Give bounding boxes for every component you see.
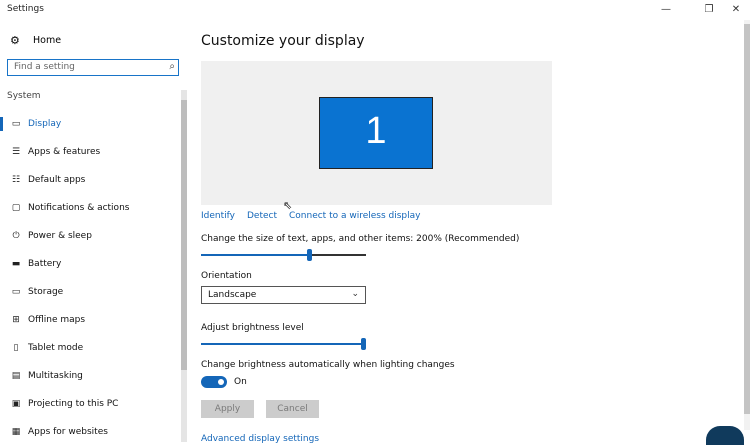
sidebar: ⚙ Home Find a setting ⌕ System ▭ Display… [0, 20, 189, 445]
orientation-dropdown[interactable]: Landscape ⌄ [201, 286, 366, 304]
chevron-down-icon: ⌄ [351, 289, 359, 299]
sidebar-item-label: Notifications & actions [28, 203, 130, 213]
display-preview: 1 [201, 61, 552, 205]
monitor-1[interactable]: 1 [319, 97, 433, 169]
apply-button[interactable]: Apply [201, 400, 254, 418]
slider-thumb[interactable] [361, 338, 366, 350]
main-scroll-thumb[interactable] [744, 24, 750, 414]
window-title: Settings [7, 4, 44, 14]
brightness-label: Adjust brightness level [201, 323, 304, 333]
power-icon: ⏻ [12, 231, 20, 241]
display-links: Identify Detect Connect to a wireless di… [201, 211, 420, 221]
section-label: System [7, 91, 41, 101]
sidebar-item-label: Battery [28, 259, 62, 269]
sidebar-item-apps-features[interactable]: ☰ Apps & features [0, 142, 180, 162]
sidebar-item-battery[interactable]: ▬ Battery [0, 254, 180, 274]
search-input[interactable]: Find a setting ⌕ [7, 59, 179, 76]
sidebar-item-projecting[interactable]: ▣ Projecting to this PC [0, 394, 180, 414]
toggle-knob [218, 379, 224, 385]
restore-button[interactable]: ❐ [695, 2, 723, 18]
projecting-icon: ▣ [11, 399, 21, 409]
gear-icon: ⚙ [10, 34, 20, 47]
sidebar-item-label: Projecting to this PC [28, 399, 119, 409]
auto-brightness-toggle[interactable] [201, 376, 227, 388]
sidebar-item-offline-maps[interactable]: ⊞ Offline maps [0, 310, 180, 330]
sidebar-item-tablet-mode[interactable]: ▯ Tablet mode [0, 338, 180, 358]
sidebar-item-label: Power & sleep [28, 231, 92, 241]
active-indicator [0, 117, 3, 131]
title-bar: Settings — ❐ ✕ [0, 0, 750, 20]
battery-icon: ▬ [11, 259, 21, 269]
toggle-state: On [234, 377, 247, 387]
sidebar-item-default-apps[interactable]: ☷ Default apps [0, 170, 180, 190]
detect-link[interactable]: Detect [247, 211, 277, 221]
sidebar-item-multitasking[interactable]: ▤ Multitasking [0, 366, 180, 386]
slider-fill [201, 254, 307, 256]
page-title: Customize your display [201, 33, 365, 49]
sidebar-item-label: Default apps [28, 175, 86, 185]
sidebar-item-label: Apps for websites [28, 427, 108, 437]
connect-wireless-link[interactable]: Connect to a wireless display [289, 211, 420, 221]
scale-label: Change the size of text, apps, and other… [201, 234, 520, 244]
sidebar-item-label: Multitasking [28, 371, 83, 381]
apps-websites-icon: ▦ [11, 427, 21, 437]
scale-slider[interactable] [201, 249, 366, 261]
home-nav-item[interactable]: ⚙ Home [10, 34, 61, 47]
close-button[interactable]: ✕ [722, 2, 750, 18]
brightness-slider[interactable] [201, 338, 366, 350]
apps-features-icon: ☰ [11, 147, 21, 157]
display-icon: ▭ [11, 119, 21, 129]
sidebar-item-notifications[interactable]: ▢ Notifications & actions [0, 198, 180, 218]
identify-link[interactable]: Identify [201, 211, 235, 221]
sidebar-item-apps-websites[interactable]: ▦ Apps for websites [0, 422, 180, 442]
sidebar-scroll-thumb[interactable] [181, 100, 187, 370]
orientation-label: Orientation [201, 271, 252, 281]
slider-thumb[interactable] [307, 249, 312, 261]
advanced-display-settings-link[interactable]: Advanced display settings [201, 434, 319, 444]
sidebar-item-label: Tablet mode [28, 343, 84, 353]
storage-icon: ▭ [11, 287, 21, 297]
search-icon[interactable]: ⌕ [169, 61, 175, 72]
watermark-logo [706, 426, 744, 445]
sidebar-item-display[interactable]: ▭ Display [0, 114, 180, 134]
minimize-button[interactable]: — [652, 2, 680, 18]
slider-fill [201, 343, 361, 345]
monitor-number: 1 [365, 110, 387, 152]
orientation-value: Landscape [208, 290, 257, 300]
sidebar-item-storage[interactable]: ▭ Storage [0, 282, 180, 302]
sidebar-item-label: Apps & features [28, 147, 101, 157]
home-label: Home [33, 35, 62, 46]
cancel-button[interactable]: Cancel [266, 400, 319, 418]
multitasking-icon: ▤ [11, 371, 21, 381]
tablet-icon: ▯ [13, 343, 19, 353]
sidebar-scrollbar[interactable] [181, 90, 187, 442]
auto-brightness-label: Change brightness automatically when lig… [201, 360, 455, 370]
main-scrollbar[interactable] [744, 20, 750, 430]
notifications-icon: ▢ [11, 203, 21, 213]
sidebar-item-label: Display [28, 119, 62, 129]
sidebar-item-power-sleep[interactable]: ⏻ Power & sleep [0, 226, 180, 246]
sidebar-item-label: Offline maps [28, 315, 86, 325]
sidebar-item-label: Storage [28, 287, 64, 297]
map-icon: ⊞ [12, 315, 20, 325]
search-placeholder: Find a setting [14, 62, 75, 72]
default-apps-icon: ☷ [11, 175, 21, 185]
